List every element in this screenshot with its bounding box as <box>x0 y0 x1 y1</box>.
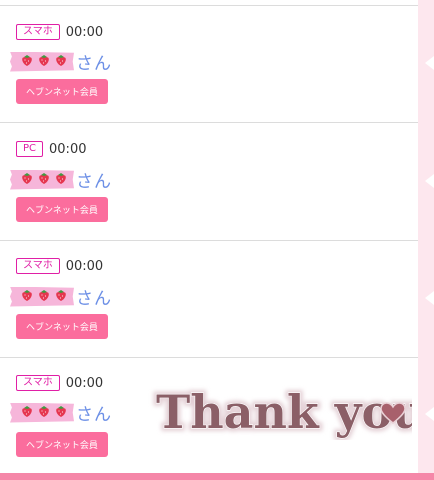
visitor-name[interactable]: さん <box>10 167 112 192</box>
strawberry-icon <box>20 170 34 189</box>
masking-tape <box>10 286 74 307</box>
bottom-accent-bar <box>0 473 434 480</box>
list-item: スマホ 00:00 さん ヘブンネット会員 <box>0 241 418 358</box>
visit-time: 00:00 <box>65 375 104 391</box>
member-badge-button[interactable]: ヘブンネット会員 <box>16 432 108 457</box>
strawberry-icon <box>37 403 51 422</box>
visit-time: 00:00 <box>65 258 104 274</box>
member-badge-button[interactable]: ヘブンネット会員 <box>16 197 108 222</box>
heart-icon <box>380 402 406 428</box>
device-badge: PC <box>16 141 44 157</box>
device-badge: スマホ <box>16 24 60 40</box>
member-badge-button[interactable]: ヘブンネット会員 <box>16 314 108 339</box>
strawberry-icon <box>20 52 34 71</box>
masking-tape <box>10 51 74 72</box>
strawberry-icon <box>37 287 51 306</box>
strawberry-icon <box>54 52 68 71</box>
device-badge: スマホ <box>16 375 60 391</box>
strawberry-icon <box>54 170 68 189</box>
visitor-name[interactable]: さん <box>10 400 112 425</box>
masking-tape <box>10 402 74 423</box>
strawberry-icon <box>20 287 34 306</box>
right-scroll-rail <box>418 0 434 480</box>
strawberry-icon <box>37 52 51 71</box>
visitor-name[interactable]: さん <box>10 284 112 309</box>
name-suffix: さん <box>76 289 112 309</box>
thank-you-sticker: Thank you Thank you <box>148 378 429 442</box>
visitor-name[interactable]: さん <box>10 49 112 74</box>
member-badge-button[interactable]: ヘブンネット会員 <box>16 79 108 104</box>
strawberry-icon <box>37 170 51 189</box>
name-suffix: さん <box>76 405 112 425</box>
visit-time: 00:00 <box>65 24 104 40</box>
device-badge: スマホ <box>16 258 60 274</box>
chevron-left-icon <box>425 174 434 188</box>
list-item: スマホ 00:00 さん ヘブンネット会員 <box>0 6 418 123</box>
name-suffix: さん <box>76 54 112 74</box>
name-suffix: さん <box>76 172 112 192</box>
chevron-left-icon <box>425 56 434 70</box>
chevron-left-icon <box>425 291 434 305</box>
strawberry-icon <box>54 403 68 422</box>
masking-tape <box>10 169 74 190</box>
chevron-left-icon <box>425 407 434 421</box>
visit-time: 00:00 <box>49 141 87 157</box>
strawberry-icon <box>54 287 68 306</box>
strawberry-icon <box>20 403 34 422</box>
list-item: PC 00:00 さん ヘブンネット会員 <box>0 123 418 241</box>
thank-you-text: Thank you <box>156 385 412 439</box>
